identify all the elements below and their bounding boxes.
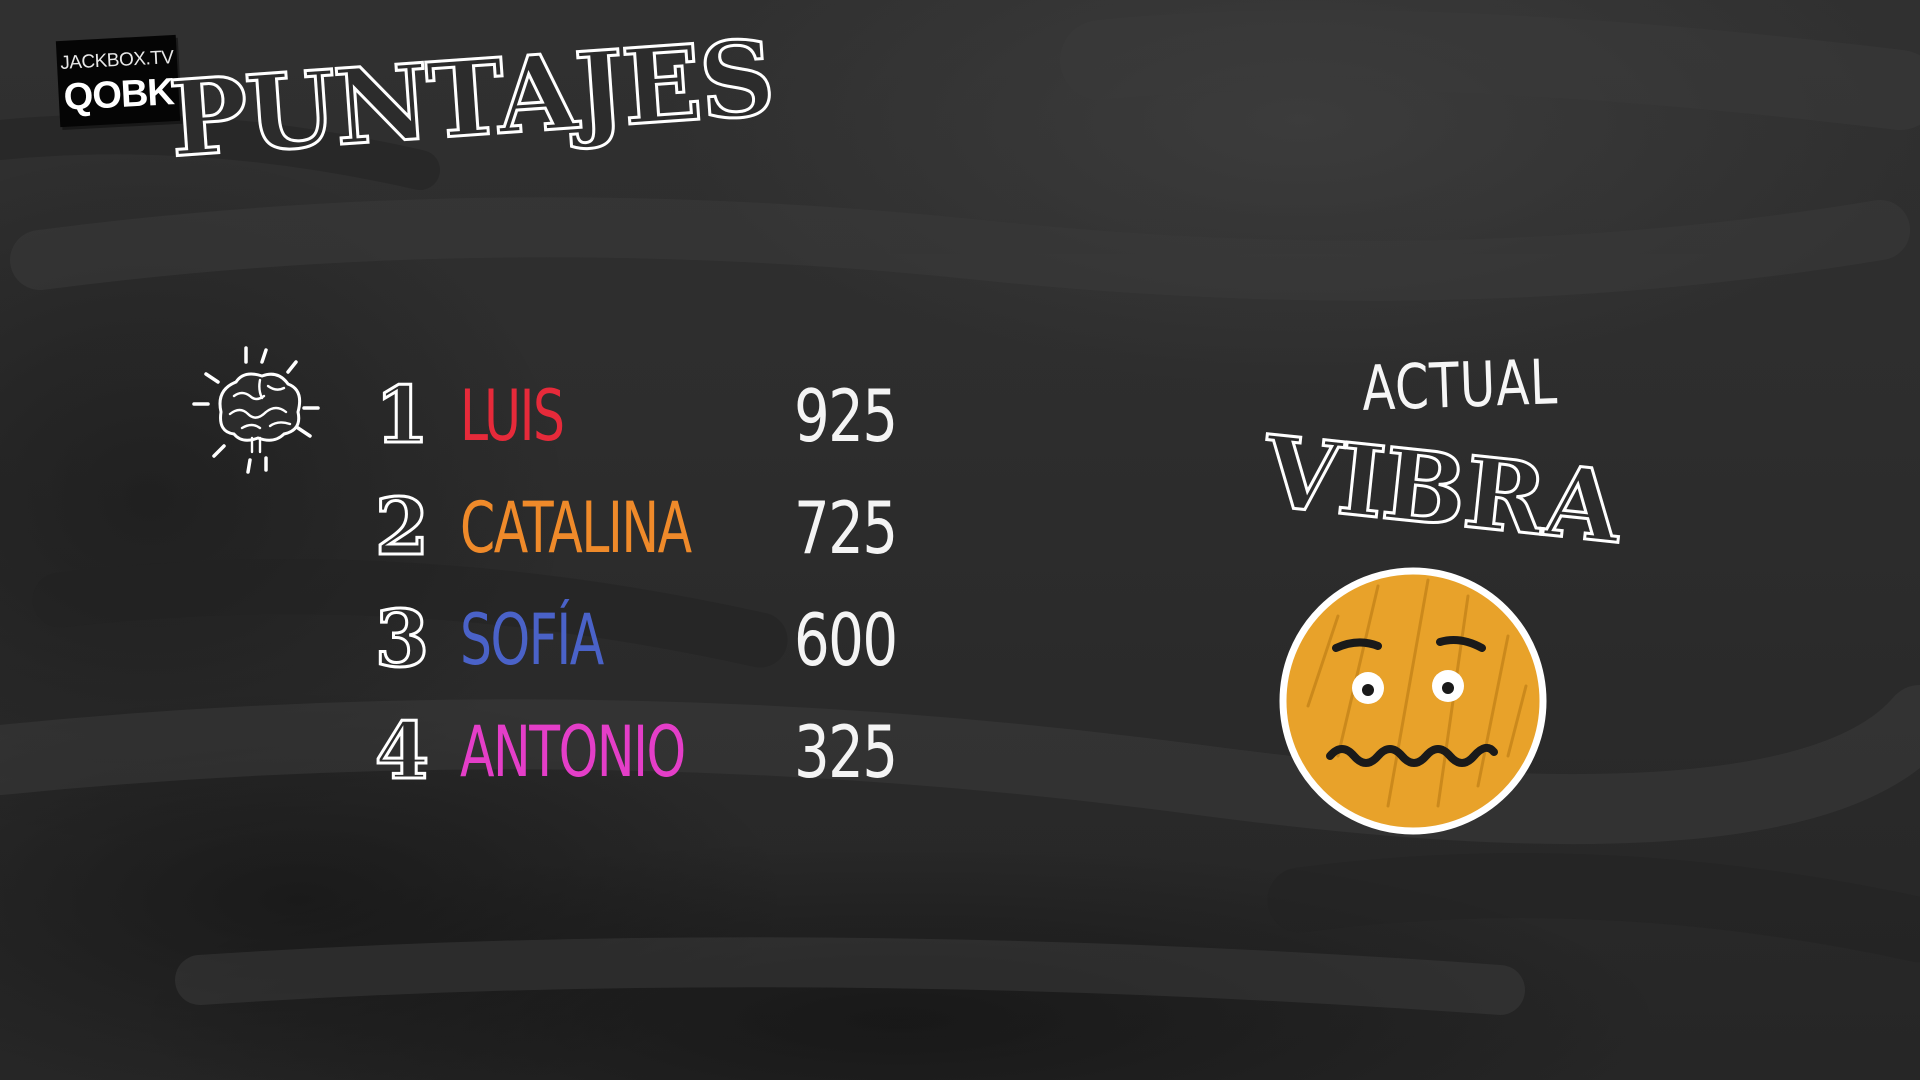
- nervous-face-icon: [1279, 567, 1547, 835]
- player-rank: 4: [373, 705, 430, 799]
- vibe-caption: ACTUAL: [1360, 345, 1559, 425]
- player-name: LUIS: [460, 375, 565, 457]
- player-name: SOFÍA: [460, 599, 604, 681]
- room-code: QOBK: [62, 71, 175, 119]
- leaderboard-row: 1 LUIS 925: [362, 369, 982, 482]
- leaderboard-row: 3 SOFÍA 600: [362, 593, 982, 706]
- leaderboard-row: 4 ANTONIO 325: [362, 705, 982, 818]
- leaderboard-row: 2 CATALINA 725: [362, 481, 982, 594]
- player-name: CATALINA: [460, 487, 692, 569]
- player-rank: 1: [373, 369, 430, 463]
- player-score: 325: [794, 710, 898, 794]
- brain-icon: [192, 346, 320, 474]
- leaderboard: 1 LUIS 925 2 CATALINA 725 3 SOFÍA 600 4 …: [362, 369, 982, 818]
- player-score: 725: [794, 486, 898, 570]
- player-name: ANTONIO: [460, 711, 686, 793]
- player-rank: 2: [373, 481, 430, 575]
- player-rank: 3: [373, 593, 430, 687]
- room-code-badge: JACKBOX.TV QOBK: [55, 34, 181, 128]
- player-score: 600: [794, 598, 898, 682]
- player-score: 925: [794, 374, 898, 458]
